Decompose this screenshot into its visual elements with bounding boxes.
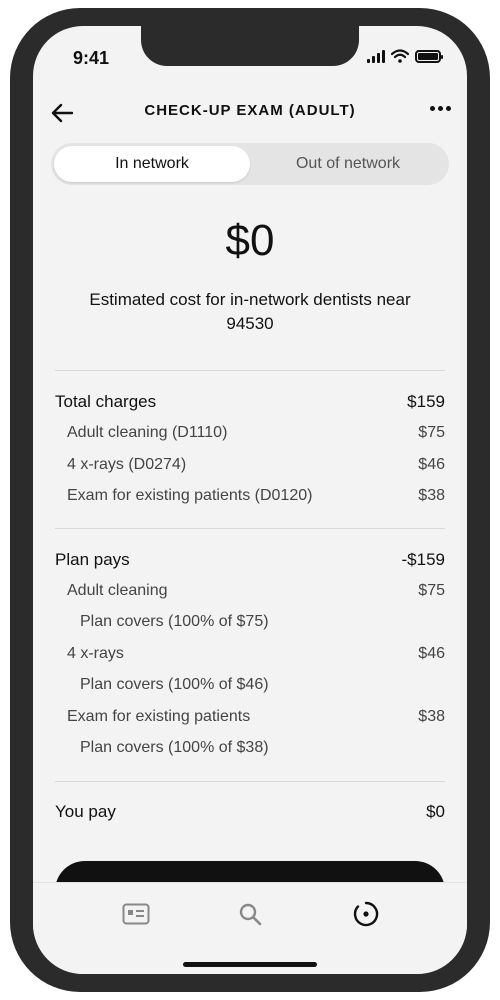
plan-pays-label: Plan pays	[55, 550, 130, 569]
plan-item-detail-label: Plan covers (100% of $46)	[80, 676, 269, 693]
charge-item: Exam for existing patients (D0120) $38	[55, 487, 445, 505]
wifi-icon	[391, 49, 409, 63]
total-charges-label: Total charges	[55, 392, 157, 411]
plan-item-label: Exam for existing patients	[67, 708, 251, 725]
total-charges-row: Total charges $159	[55, 392, 445, 412]
charge-item-value: $46	[418, 456, 445, 473]
more-options-icon[interactable]	[430, 106, 451, 111]
charge-item-label: 4 x-rays (D0274)	[67, 456, 187, 473]
plan-item: Exam for existing patients $38	[55, 708, 445, 726]
charge-item: 4 x-rays (D0274) $46	[55, 456, 445, 474]
plan-item-value: $46	[418, 645, 445, 662]
plan-pays-value: -$159	[401, 550, 445, 569]
phone-frame: 9:41 CHECK-UP EXAM (ADULT) In network Ou…	[10, 8, 490, 992]
plan-item: 4 x-rays $46	[55, 645, 445, 663]
screen: 9:41 CHECK-UP EXAM (ADULT) In network Ou…	[33, 26, 467, 974]
charge-item-label: Exam for existing patients (D0120)	[67, 487, 313, 504]
plan-item-label: Adult cleaning	[67, 582, 168, 599]
header: CHECK-UP EXAM (ADULT)	[33, 98, 467, 128]
charge-item-label: Adult cleaning (D1110)	[67, 424, 228, 441]
plan-item-label: 4 x-rays	[67, 645, 124, 662]
network-toggle: In network Out of network	[51, 143, 449, 185]
status-icons	[367, 49, 443, 63]
page-title: CHECK-UP EXAM (ADULT)	[144, 102, 356, 119]
plan-item-detail: Plan covers (100% of $38)	[55, 739, 445, 757]
status-time: 9:41	[73, 48, 110, 68]
you-pay-value: $0	[426, 802, 445, 821]
divider	[55, 781, 445, 782]
charge-item: Adult cleaning (D1110) $75	[55, 424, 445, 442]
search-icon[interactable]	[235, 899, 265, 929]
plan-item-detail-label: Plan covers (100% of $38)	[80, 739, 269, 756]
cellular-signal-icon	[367, 49, 385, 63]
tab-out-of-network[interactable]: Out of network	[250, 146, 446, 182]
plan-item-detail: Plan covers (100% of $75)	[55, 613, 445, 631]
plan-item-detail-label: Plan covers (100% of $75)	[80, 613, 269, 630]
plan-item-value: $38	[418, 708, 445, 725]
estimated-cost-description: Estimated cost for in-network dentists n…	[89, 290, 411, 333]
tab-in-network[interactable]: In network	[54, 146, 250, 182]
battery-icon	[415, 49, 443, 63]
total-charges-value: $159	[407, 392, 445, 411]
notch	[141, 26, 359, 66]
divider	[55, 370, 445, 371]
you-pay-row: You pay $0	[55, 802, 445, 822]
tab-bar	[33, 882, 467, 974]
charge-item-value: $38	[418, 487, 445, 504]
you-pay-label: You pay	[55, 802, 116, 821]
charge-item-value: $75	[418, 424, 445, 441]
id-card-icon[interactable]	[121, 899, 151, 929]
plan-item: Adult cleaning $75	[55, 582, 445, 600]
plan-item-detail: Plan covers (100% of $46)	[55, 676, 445, 694]
plan-item-value: $75	[418, 582, 445, 599]
divider	[55, 528, 445, 529]
plan-pays-row: Plan pays -$159	[55, 550, 445, 570]
home-indicator	[183, 962, 317, 967]
estimated-cost-amount: $0	[225, 216, 275, 265]
compass-icon[interactable]	[351, 899, 381, 929]
